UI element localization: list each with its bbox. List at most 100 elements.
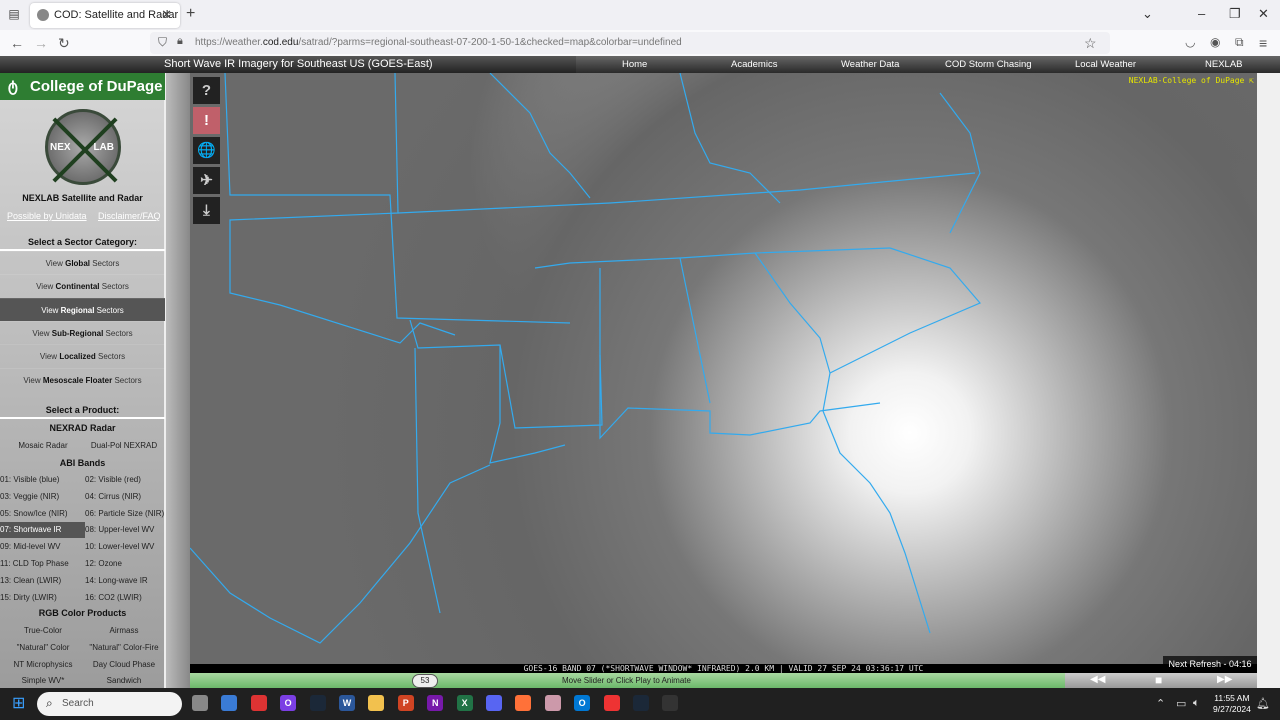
- rgb-product[interactable]: True-Color: [2, 626, 84, 635]
- sector-sub-regional[interactable]: View Sub-Regional Sectors: [0, 320, 165, 344]
- menu-storm-chasing[interactable]: COD Storm Chasing: [945, 59, 1032, 70]
- band-09[interactable]: 09: Mid-level WV: [0, 539, 85, 555]
- satellite-image[interactable]: [190, 73, 1257, 666]
- stop-button[interactable]: ■: [1155, 673, 1162, 687]
- menu-nexlab[interactable]: NEXLAB: [1205, 59, 1243, 70]
- disclaimer-link[interactable]: Disclaimer/FAQ: [98, 211, 161, 221]
- satellite-icon[interactable]: ✈: [193, 167, 220, 194]
- steam-icon[interactable]: [309, 695, 326, 711]
- product-dualpol-nexrad[interactable]: Dual-Pol NEXRAD: [83, 441, 165, 450]
- animation-slider[interactable]: 53 Move Slider or Click Play to Animate: [190, 673, 1065, 688]
- store-icon[interactable]: [221, 695, 238, 711]
- address-bar[interactable]: ⛉ 🔒︎ https://weather.cod.edu/satrad/?par…: [150, 32, 1110, 54]
- band-04[interactable]: 04: Cirrus (NIR): [85, 489, 165, 505]
- rgb-product[interactable]: "Natural" Color: [2, 643, 84, 652]
- sector-global[interactable]: View Global Sectors: [0, 251, 165, 274]
- color-app-icon[interactable]: [544, 695, 561, 711]
- shield-icon[interactable]: ⛉: [158, 35, 167, 50]
- windows-start-icon[interactable]: ⊞: [12, 696, 28, 712]
- tray-overflow-icon[interactable]: ⌃: [1156, 697, 1165, 710]
- band-03[interactable]: 03: Veggie (NIR): [0, 489, 85, 505]
- band-15[interactable]: 15: Dirty (LWIR): [0, 590, 85, 606]
- powerpoint-icon[interactable]: P: [397, 695, 414, 711]
- band-01[interactable]: 01: Visible (blue): [0, 472, 85, 488]
- band-12[interactable]: 12: Ozone: [85, 556, 165, 572]
- help-icon[interactable]: ?: [193, 77, 220, 104]
- cortana-icon[interactable]: O: [280, 695, 297, 711]
- band-07[interactable]: 07: Shortwave IR: [0, 522, 85, 539]
- college-logo[interactable]: ტ College of DuPage: [0, 73, 165, 100]
- sector-continental[interactable]: View Continental Sectors: [0, 274, 165, 297]
- slider-handle[interactable]: 53: [412, 674, 438, 688]
- band-16[interactable]: 16: CO2 (LWIR): [85, 590, 165, 606]
- list-all-tabs-icon[interactable]: ⌄: [1142, 6, 1153, 22]
- system-clock[interactable]: 11:55 AM 9/27/2024: [1213, 693, 1251, 715]
- sector-regional[interactable]: View Regional Sectors: [0, 297, 165, 321]
- forward-icon[interactable]: →: [34, 35, 48, 51]
- band-13[interactable]: 13: Clean (LWIR): [0, 573, 85, 589]
- minimize-button[interactable]: –: [1198, 6, 1205, 21]
- download-icon[interactable]: ⤓: [193, 197, 220, 224]
- bookmark-star-icon[interactable]: ☆: [1084, 35, 1097, 52]
- rgb-product[interactable]: Sandwich: [83, 676, 165, 685]
- band-08[interactable]: 08: Upper-level WV: [85, 522, 165, 538]
- tab-list-icon[interactable]: ▤: [6, 7, 22, 23]
- steam-2-icon[interactable]: [633, 695, 649, 711]
- state-borders: [190, 73, 981, 644]
- file-explorer-icon[interactable]: [368, 695, 385, 711]
- band-06[interactable]: 06: Particle Size (NIR): [85, 506, 165, 522]
- discord-icon[interactable]: [486, 695, 502, 711]
- rgb-product[interactable]: Airmass: [83, 626, 165, 635]
- globe-icon[interactable]: 🌐: [193, 137, 220, 164]
- product-mosaic-radar[interactable]: Mosaic Radar: [2, 441, 84, 450]
- obs-icon[interactable]: [662, 695, 679, 711]
- taskbar-search[interactable]: ⌕ Search: [37, 692, 182, 716]
- extensions-icon[interactable]: ⧉: [1235, 35, 1244, 50]
- menu-icon[interactable]: ≡: [1259, 35, 1267, 51]
- sector-localized[interactable]: View Localized Sectors: [0, 344, 165, 367]
- band-05[interactable]: 05: Snow/Ice (NIR): [0, 506, 85, 522]
- browser-tab[interactable]: COD: Satellite and Radar ✕: [30, 3, 180, 28]
- alert-icon[interactable]: !: [193, 107, 220, 134]
- rgb-product[interactable]: Simple WV*: [2, 676, 84, 685]
- account-icon[interactable]: ◉: [1210, 35, 1220, 49]
- restore-button[interactable]: ❐: [1229, 6, 1241, 22]
- lock-icon[interactable]: 🔒︎: [177, 35, 183, 48]
- onenote-icon[interactable]: N: [427, 695, 444, 711]
- url-text[interactable]: https://weather.cod.edu/satrad/?parms=re…: [195, 37, 682, 48]
- new-tab-button[interactable]: +: [186, 5, 195, 23]
- red-app-icon[interactable]: [603, 695, 620, 711]
- band-10[interactable]: 10: Lower-level WV: [85, 539, 165, 555]
- pocket-icon[interactable]: ◡: [1185, 35, 1195, 49]
- page-margin: [1257, 73, 1280, 688]
- band-02[interactable]: 02: Visible (red): [85, 472, 165, 488]
- search-icon: ⌕: [46, 696, 53, 710]
- menu-home[interactable]: Home: [622, 59, 647, 70]
- back-icon[interactable]: ←: [10, 35, 24, 51]
- step-forward-button[interactable]: ▶▶: [1217, 674, 1232, 685]
- rgb-product[interactable]: "Natural" Color-Fire: [83, 643, 165, 652]
- band-11[interactable]: 11: CLD Top Phase: [0, 556, 85, 572]
- menu-weather-data[interactable]: Weather Data: [841, 59, 899, 70]
- nexlab-watermark[interactable]: NEXLAB-College of DuPage ⇱: [1129, 76, 1254, 85]
- outlook-icon[interactable]: O: [574, 695, 591, 711]
- sector-mesoscale-floater[interactable]: View Mesoscale Floater Sectors: [0, 367, 165, 391]
- reload-icon[interactable]: ↻: [58, 35, 70, 52]
- notifications-icon[interactable]: 🔔︎: [1256, 697, 1270, 710]
- close-window-button[interactable]: ✕: [1258, 6, 1269, 22]
- menu-local-weather[interactable]: Local Weather: [1075, 59, 1136, 70]
- network-icon[interactable]: ▭: [1176, 697, 1186, 710]
- menu-academics[interactable]: Academics: [731, 59, 777, 70]
- excel-icon[interactable]: X: [456, 695, 473, 711]
- snipping-tool-icon[interactable]: [250, 695, 267, 711]
- unidata-link[interactable]: Possible by Unidata: [7, 211, 87, 221]
- close-tab-icon[interactable]: ✕: [161, 7, 172, 23]
- volume-icon[interactable]: 🔈︎: [1193, 697, 1200, 710]
- rgb-product[interactable]: Day Cloud Phase: [83, 660, 165, 669]
- rgb-product[interactable]: NT Microphysics: [2, 660, 84, 669]
- step-back-button[interactable]: ◀◀: [1090, 674, 1105, 685]
- task-view-icon[interactable]: [192, 695, 208, 711]
- band-14[interactable]: 14: Long-wave IR: [85, 573, 165, 589]
- firefox-icon[interactable]: [515, 695, 532, 711]
- word-icon[interactable]: W: [339, 695, 355, 711]
